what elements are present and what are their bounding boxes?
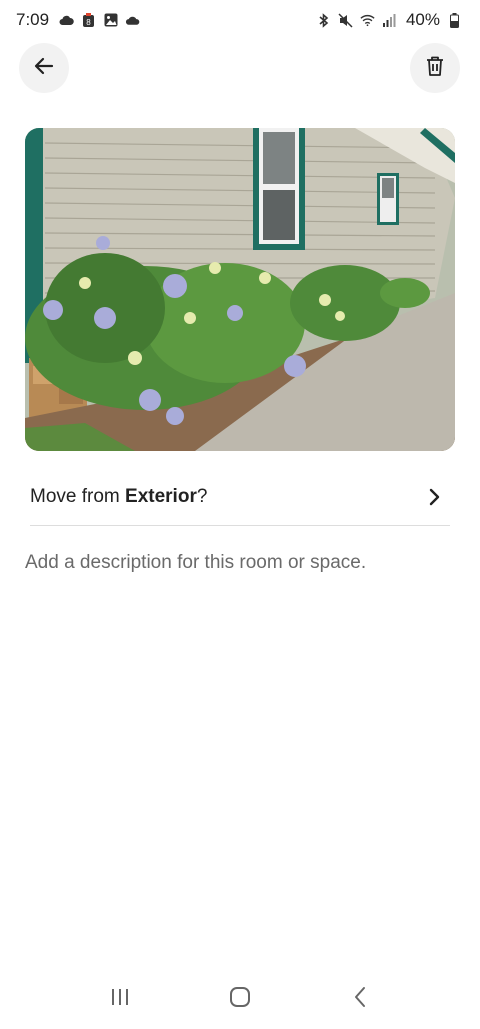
back-arrow-icon xyxy=(33,55,55,82)
status-left: 7:09 8 xyxy=(16,10,140,30)
status-time: 7:09 xyxy=(16,10,50,29)
room-name: Exterior xyxy=(125,485,197,507)
wifi-icon xyxy=(360,13,375,28)
nav-back-button[interactable] xyxy=(340,979,380,1019)
battery-icon xyxy=(447,12,462,28)
system-nav-bar xyxy=(0,975,480,1023)
recents-icon xyxy=(109,987,131,1012)
screen: 7:09 8 40% Move from Exterior? Add a des… xyxy=(0,0,480,1029)
status-bar: 7:09 8 40% xyxy=(0,0,480,40)
recents-button[interactable] xyxy=(100,979,140,1019)
nav-back-icon xyxy=(352,986,368,1013)
home-button[interactable] xyxy=(220,979,260,1019)
delete-button[interactable] xyxy=(410,43,460,93)
room-photo[interactable] xyxy=(25,128,455,451)
home-icon xyxy=(229,986,251,1013)
move-prefix: Move from xyxy=(30,485,126,507)
description-field[interactable]: Add a description for this room or space… xyxy=(25,552,455,574)
battery-percentage: 40% xyxy=(405,10,440,29)
svg-text:8: 8 xyxy=(86,18,91,27)
cloud-icon xyxy=(59,13,74,28)
status-right: 40% xyxy=(316,10,462,30)
cloud-icon xyxy=(125,13,140,28)
image-icon xyxy=(103,13,118,28)
bluetooth-icon xyxy=(316,12,331,28)
trash-icon xyxy=(425,55,445,82)
chevron-right-icon xyxy=(422,485,446,509)
move-suffix: ? xyxy=(196,485,208,507)
move-room-text: Move from Exterior? xyxy=(30,486,207,508)
mute-icon xyxy=(338,12,353,28)
signal-icon xyxy=(382,13,397,28)
notification-badge-icon: 8 xyxy=(81,12,96,28)
photo-image xyxy=(25,128,455,451)
move-room-row[interactable]: Move from Exterior? xyxy=(30,468,450,526)
back-button[interactable] xyxy=(19,43,69,93)
